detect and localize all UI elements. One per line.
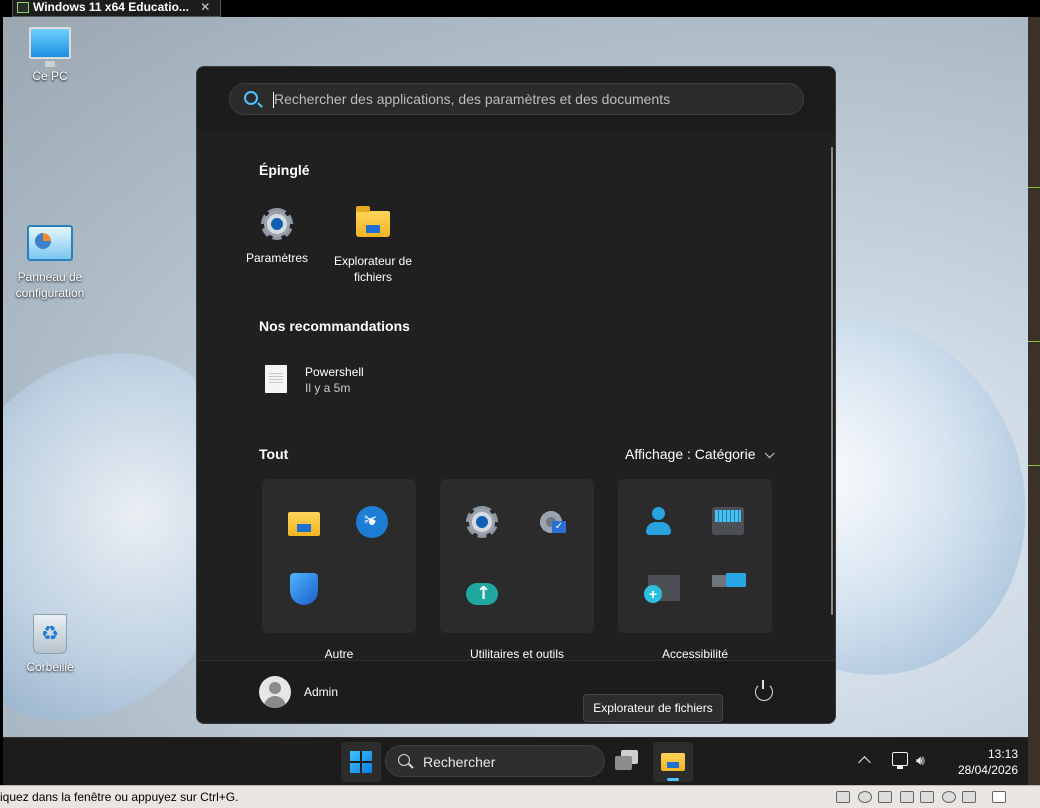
file-explorer-icon <box>356 206 390 245</box>
recommended-title: Nos recommandations <box>259 318 410 334</box>
snipping-tool-icon <box>356 506 388 538</box>
category-label: Utilitaires et outils <box>469 647 565 661</box>
category-folder-utilities[interactable] <box>440 479 594 633</box>
vm-device-icon[interactable] <box>836 791 850 803</box>
vm-tab[interactable]: Windows 11 x64 Educatio... ✕ <box>12 0 222 17</box>
settings-icon <box>260 208 294 242</box>
active-indicator <box>667 778 679 781</box>
hidden-icons-chevron-icon[interactable] <box>858 756 871 769</box>
category-folder-other[interactable] <box>262 479 416 633</box>
vm-titlebar: Windows 11 x64 Educatio... ✕ <box>0 0 1040 17</box>
close-icon[interactable]: ✕ <box>200 0 210 15</box>
vm-device-icon[interactable] <box>962 791 976 803</box>
vm-device-icon[interactable] <box>900 791 914 803</box>
view-mode-label: Affichage : Catégorie <box>625 446 756 462</box>
start-button[interactable] <box>341 742 381 782</box>
start-footer: Admin <box>197 660 835 723</box>
start-search-input[interactable] <box>274 84 794 114</box>
taskbar-tooltip: Explorateur de fichiers <box>583 694 723 722</box>
pinned-app-settings[interactable]: Paramètres <box>229 207 325 266</box>
narrator-icon <box>712 571 746 593</box>
on-screen-keyboard-icon <box>712 507 744 535</box>
defender-icon <box>290 573 318 605</box>
vm-console-icon <box>17 2 29 13</box>
desktop-icon-label: Corbeille <box>26 660 74 674</box>
category-folder-accessibility[interactable] <box>618 479 772 633</box>
file-explorer-icon <box>661 753 685 771</box>
vm-device-icon[interactable] <box>858 791 872 803</box>
taskbar-search[interactable]: Rechercher <box>385 745 605 777</box>
category-label: Accessibilité <box>661 647 729 661</box>
magnifier-icon <box>644 575 680 603</box>
view-mode-dropdown[interactable]: Affichage : Catégorie <box>625 446 775 462</box>
search-icon <box>398 754 410 766</box>
desktop-icon-control-panel[interactable]: Panneau de configuration <box>10 225 90 301</box>
recommended-item-time: Il y a 5m <box>305 381 351 395</box>
windows-logo-icon <box>350 751 372 773</box>
backup-icon <box>466 583 498 605</box>
start-scrollbar[interactable] <box>831 147 833 615</box>
desktop-icon-recycle-bin[interactable]: ♻ Corbeille <box>10 614 90 674</box>
start-search-box[interactable] <box>229 83 804 115</box>
all-apps-title: Tout <box>259 446 289 462</box>
network-icon[interactable] <box>892 752 908 769</box>
voice-access-icon <box>644 505 674 537</box>
category-label: Autre <box>324 647 354 661</box>
clock-time: 13:13 <box>987 747 1018 761</box>
pinned-app-file-explorer[interactable]: Explorateur de fichiers <box>325 206 421 285</box>
taskbar-file-explorer[interactable] <box>653 742 693 782</box>
desktop-icon-this-pc[interactable]: Ce PC <box>10 27 90 83</box>
start-search-area <box>197 67 835 131</box>
vm-tab-title: Windows 11 x64 Educatio... <box>33 0 189 14</box>
system-config-icon <box>536 507 566 537</box>
recommended-item-powershell[interactable]: Powershell Il y a 5m <box>261 363 461 399</box>
vm-device-icon[interactable] <box>878 791 892 803</box>
task-view-icon[interactable] <box>615 750 641 774</box>
power-icon[interactable] <box>755 680 773 701</box>
taskbar: Rechercher 🔊︎ 13:13 28/04/2026 <box>3 737 1028 785</box>
pinned-app-label: Paramètres <box>245 251 309 265</box>
recycle-bin-icon: ♻ <box>33 614 67 654</box>
chevron-down-icon <box>764 448 775 459</box>
vm-device-icon[interactable] <box>920 791 934 803</box>
clock-date: 28/04/2026 <box>957 763 1018 777</box>
pinned-app-label: Explorateur de fichiers <box>333 254 413 284</box>
document-icon <box>265 365 287 393</box>
vm-device-icon[interactable] <box>942 791 956 803</box>
pinned-title: Épinglé <box>259 162 310 178</box>
vm-statusbar: iquez dans la fenêtre ou appuyez sur Ctr… <box>0 785 1040 808</box>
vm-status-text: iquez dans la fenêtre ou appuyez sur Ctr… <box>0 790 239 804</box>
desktop-icon-label: Ce PC <box>32 69 68 83</box>
control-panel-icon <box>27 225 73 261</box>
recommended-item-name: Powershell <box>305 365 364 379</box>
settings-icon <box>466 506 498 538</box>
file-explorer-icon <box>288 512 320 536</box>
host-background-strip <box>1028 17 1040 807</box>
start-menu: Épinglé Paramètres Explorateur de fichie… <box>196 66 836 724</box>
vm-fullscreen-icon[interactable] <box>992 791 1006 803</box>
search-icon <box>244 91 258 105</box>
this-pc-icon <box>29 27 71 67</box>
user-name[interactable]: Admin <box>304 685 338 699</box>
taskbar-search-label: Rechercher <box>423 754 496 770</box>
desktop-icon-label: Panneau de configuration <box>15 270 85 300</box>
volume-icon[interactable]: 🔊︎ <box>916 754 936 768</box>
taskbar-clock[interactable]: 13:13 28/04/2026 <box>938 746 1018 778</box>
user-avatar[interactable] <box>259 676 291 708</box>
